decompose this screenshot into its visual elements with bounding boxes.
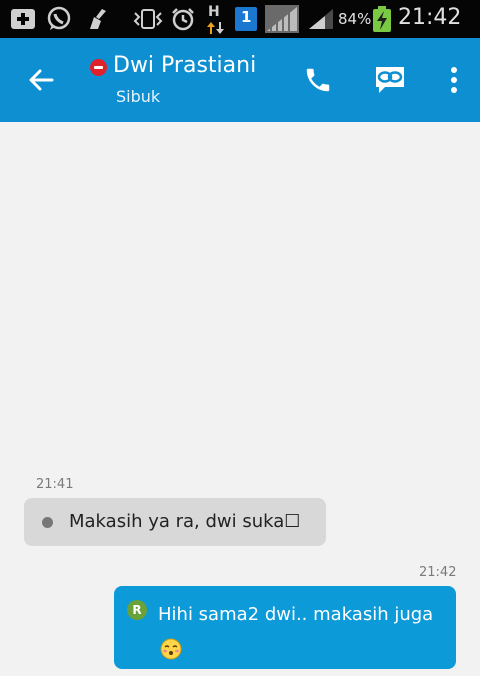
message-text: Makasih ya ra, dwi suka☐	[69, 511, 301, 532]
alarm-icon	[168, 6, 198, 32]
incoming-message[interactable]: Makasih ya ra, dwi suka☐	[24, 498, 326, 546]
whatsapp-icon	[44, 6, 74, 32]
chat-header: Dwi Prastiani Sibuk	[0, 38, 480, 122]
contact-name[interactable]: Dwi Prastiani	[113, 53, 256, 78]
cleaner-icon	[84, 6, 112, 32]
phone-icon	[306, 68, 330, 92]
call-button[interactable]	[298, 60, 338, 100]
data-arrows-icon: H	[204, 4, 228, 34]
signal-icon	[306, 6, 336, 32]
sim-icon: 1	[234, 6, 258, 32]
message-text-wrap: Hihi sama2 dwi.. makasih juga	[158, 598, 443, 666]
battery-percent: 84%	[338, 10, 372, 28]
status-bar: H 1 84% 21:42	[0, 0, 480, 38]
more-button[interactable]	[434, 60, 474, 100]
vibrate-icon	[132, 6, 164, 32]
message-timestamp: 21:41	[36, 477, 74, 492]
video-call-icon	[376, 67, 404, 93]
add-icon	[8, 6, 38, 32]
avatar: R	[127, 600, 147, 620]
blushing-face-icon	[160, 638, 182, 660]
message-text: Hihi sama2 dwi.. makasih juga	[158, 604, 434, 625]
sender-avatar	[42, 517, 53, 528]
outgoing-message[interactable]: R Hihi sama2 dwi.. makasih juga	[114, 586, 456, 669]
signal-icon	[264, 5, 300, 33]
contact-status: Sibuk	[116, 87, 161, 106]
clock: 21:42	[398, 5, 462, 30]
back-icon	[29, 69, 54, 91]
video-call-button[interactable]	[370, 60, 410, 100]
message-timestamp: 21:42	[419, 565, 457, 580]
busy-status-icon	[90, 59, 107, 76]
battery-charging-icon	[372, 6, 392, 32]
more-icon	[451, 67, 457, 93]
back-button[interactable]	[22, 62, 60, 98]
